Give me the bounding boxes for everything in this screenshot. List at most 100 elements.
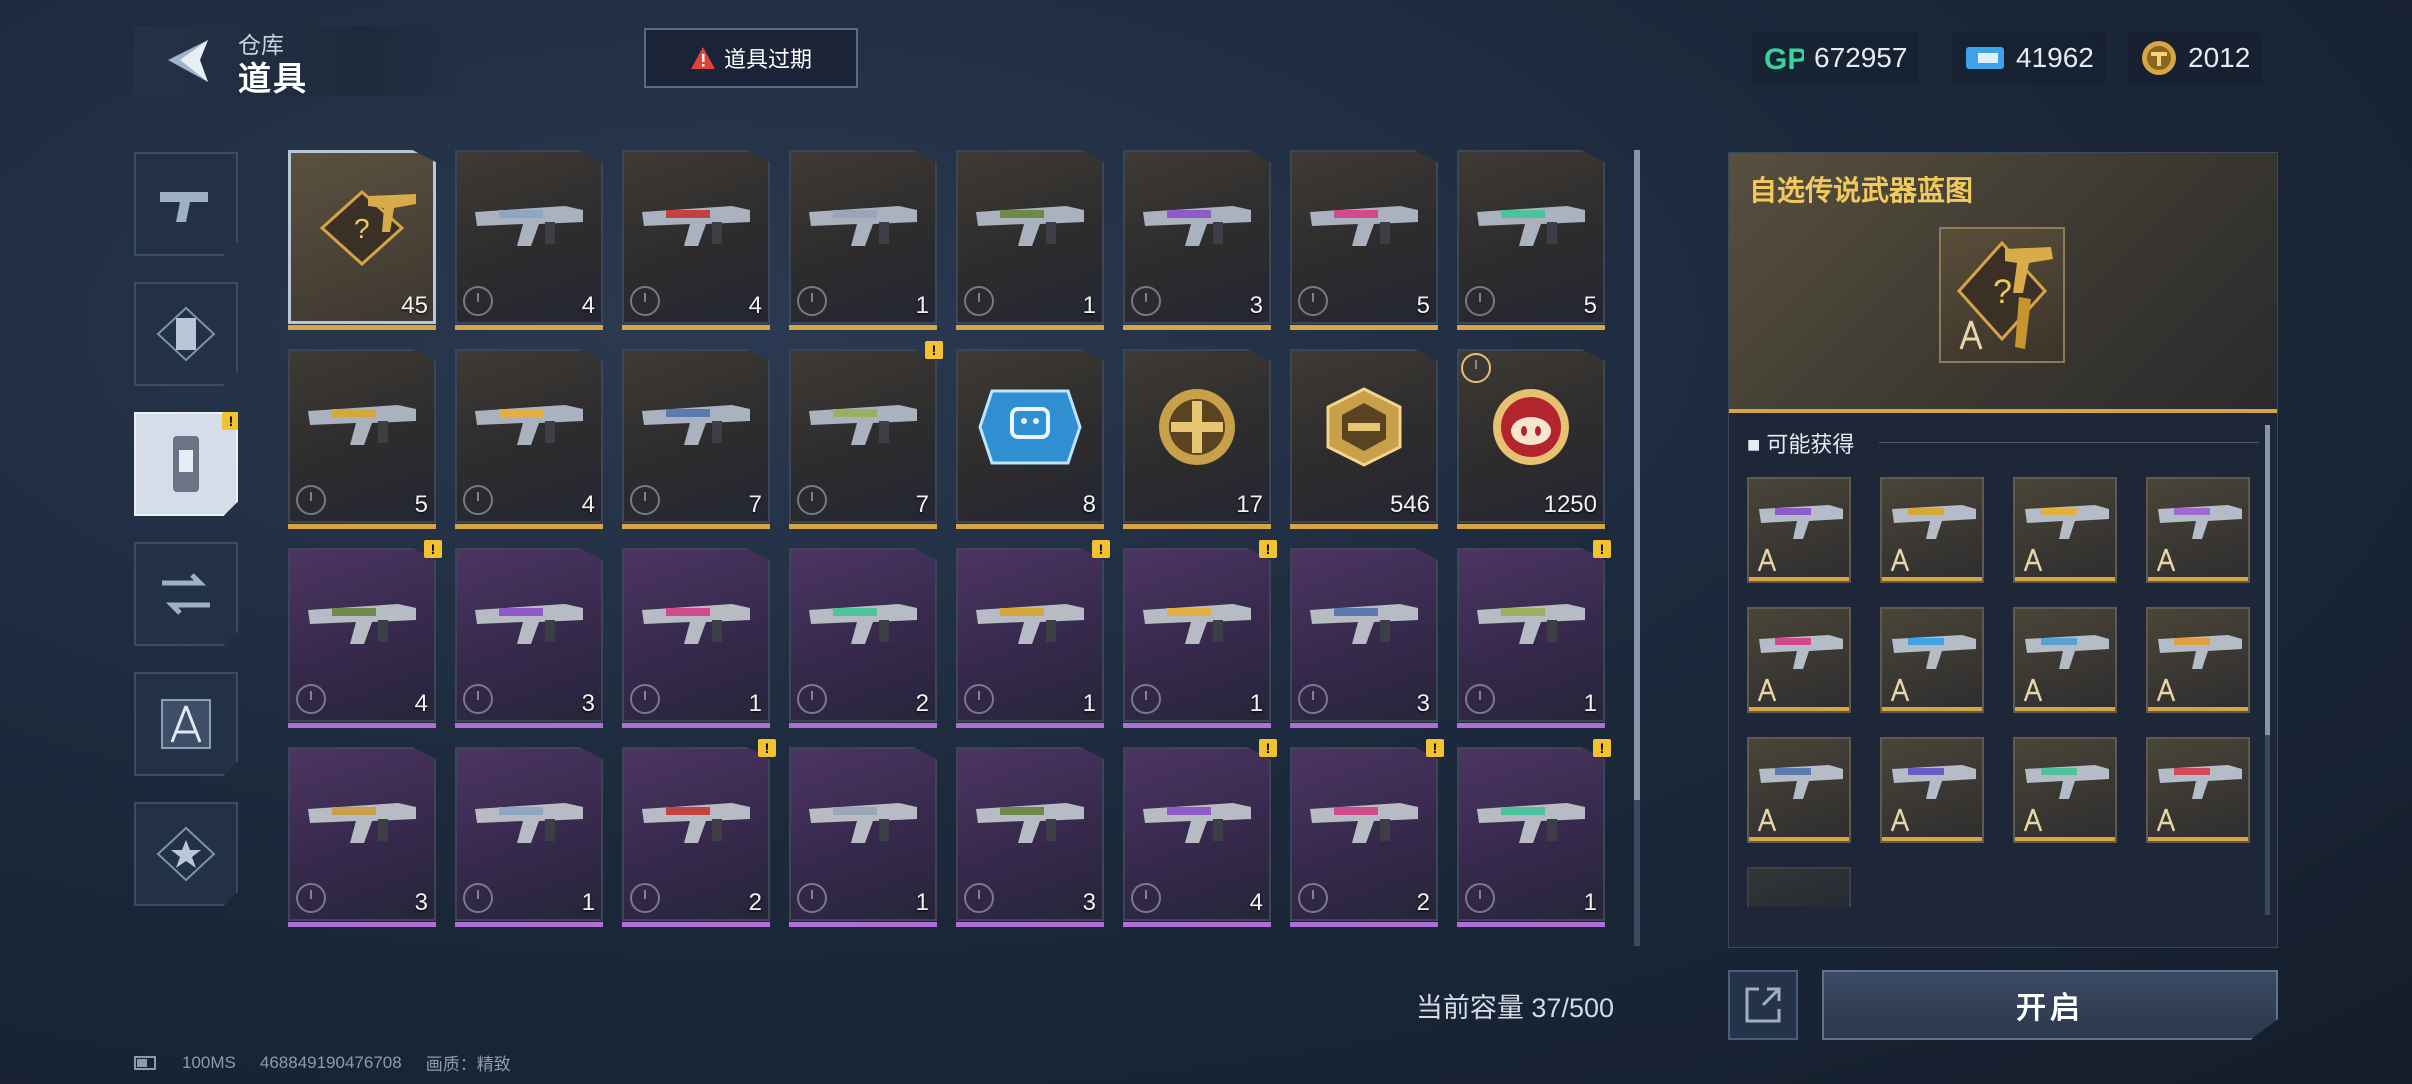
timer-icon <box>1461 353 1491 383</box>
inventory-slot[interactable]: 1250 <box>1457 349 1605 529</box>
coin-value: 2012 <box>2188 42 2251 73</box>
svg-text:?: ? <box>354 213 370 244</box>
clock-icon <box>1131 684 1161 714</box>
back-button[interactable]: 仓库 道具 <box>134 26 464 97</box>
possible-reward-item[interactable] <box>2013 737 2117 843</box>
inventory-slot[interactable]: 546 <box>1290 349 1438 529</box>
inventory-slot[interactable]: 3 <box>956 747 1104 927</box>
item-count: 8 <box>1082 491 1096 518</box>
inventory-scroll-thumb[interactable] <box>1634 150 1640 800</box>
inventory-slot[interactable]: 5 <box>1290 150 1438 330</box>
inventory-slot[interactable]: 1 <box>622 548 770 728</box>
inventory-slot[interactable]: 3 <box>1290 548 1438 728</box>
weapon-icon <box>642 405 750 445</box>
possible-reward-item-partial[interactable] <box>1747 867 1851 907</box>
detail-scroll-thumb[interactable] <box>2265 425 2270 735</box>
inventory-slot[interactable]: 1 <box>956 150 1104 330</box>
clock-icon <box>797 883 827 913</box>
possible-reward-item[interactable] <box>2013 477 2117 583</box>
blueprint-item-icon: ? <box>319 189 416 267</box>
inventory-grid: ? 45 4 4 1 1 3 5 5 5 4 7 7! 8 17 546 1250 4! 3 1 2 1! 1! 3 1! 3 1 2… <box>288 150 1616 950</box>
new-alert-badge: ! <box>1593 540 1611 558</box>
inventory-slot[interactable]: 4! <box>1123 739 1277 927</box>
expire-items-button[interactable]: 道具过期 <box>644 28 858 88</box>
tab-items[interactable]: ! <box>134 412 238 516</box>
possible-reward-item[interactable] <box>2146 477 2250 583</box>
clock-icon <box>630 485 660 515</box>
inventory-slot[interactable]: 7 <box>622 349 770 529</box>
inventory-slot[interactable]: 3 <box>455 548 603 728</box>
inventory-slot[interactable]: 1 <box>455 747 603 927</box>
inventory-slot[interactable]: 5 <box>1457 150 1605 330</box>
possible-reward-item[interactable] <box>1747 477 1851 583</box>
inventory-slot[interactable]: 3 <box>288 747 436 927</box>
new-alert-badge: ! <box>1259 739 1277 757</box>
inventory-slot[interactable]: 5 <box>288 349 436 529</box>
clock-icon <box>1298 684 1328 714</box>
rarity-bar <box>1749 707 1849 711</box>
currency-coin: 2012 <box>2128 32 2263 84</box>
inventory-slot[interactable]: 4 <box>455 150 603 330</box>
clock-icon <box>1465 883 1495 913</box>
inventory-slot[interactable]: 4 <box>622 150 770 330</box>
weapon-blueprint-icon <box>1890 635 1976 702</box>
rarity-bar <box>2148 577 2248 581</box>
item-count: 3 <box>581 690 595 717</box>
weapon-icon <box>308 803 416 843</box>
inventory-slot[interactable]: 2 <box>789 548 937 728</box>
open-button[interactable]: 开启 <box>1822 970 2278 1040</box>
inventory-slot[interactable]: 4! <box>288 540 442 728</box>
section-divider <box>1879 442 2259 443</box>
inventory-slot[interactable]: 8 <box>956 349 1104 529</box>
possible-reward-item[interactable] <box>1880 607 1984 713</box>
possible-reward-item[interactable] <box>1880 737 1984 843</box>
tab-badges[interactable] <box>134 802 238 906</box>
weapon-blueprint-icon <box>1757 505 1843 572</box>
tab-weapons[interactable] <box>134 152 238 256</box>
tab-blueprints[interactable] <box>134 672 238 776</box>
possible-reward-item[interactable] <box>1880 477 1984 583</box>
legendary-blueprint-icon: ? <box>1939 227 2065 363</box>
clock-icon <box>797 684 827 714</box>
tab-transfer[interactable] <box>134 542 238 646</box>
ticket-icon <box>1966 47 2004 69</box>
item-count: 5 <box>1583 292 1597 319</box>
item-count: 4 <box>748 292 762 319</box>
tab-items-alert-badge: ! <box>222 412 238 430</box>
possible-reward-item[interactable] <box>2146 737 2250 843</box>
clock-icon <box>463 684 493 714</box>
rarity-bar <box>288 325 436 330</box>
rarity-bar <box>455 524 603 529</box>
inventory-slot[interactable]: 1! <box>1123 540 1277 728</box>
coin-icon <box>2142 41 2176 75</box>
inventory-slot[interactable]: 1 <box>789 747 937 927</box>
inventory-slot[interactable]: 1! <box>1457 540 1611 728</box>
new-alert-badge: ! <box>1426 739 1444 757</box>
inventory-slot[interactable]: 17 <box>1123 349 1271 529</box>
weapon-blueprint-icon <box>2156 505 2242 572</box>
inventory-slot[interactable]: 1! <box>1457 739 1611 927</box>
possible-reward-item[interactable] <box>2013 607 2117 713</box>
weapon-blueprint-icon <box>1890 505 1976 572</box>
inventory-slot[interactable]: 1! <box>956 540 1110 728</box>
inventory-slot[interactable]: ? 45 <box>288 150 436 330</box>
inventory-slot[interactable]: 2! <box>1290 739 1444 927</box>
clock-icon <box>463 485 493 515</box>
possible-reward-item[interactable] <box>1747 607 1851 713</box>
possible-reward-item[interactable] <box>2146 607 2250 713</box>
rarity-bar <box>1457 723 1605 728</box>
inventory-slot[interactable]: 3 <box>1123 150 1271 330</box>
tab-scrolls[interactable] <box>134 282 238 386</box>
item-count: 1 <box>1249 690 1263 717</box>
inventory-slot[interactable]: 2! <box>622 739 776 927</box>
weapon-blueprint-icon <box>2023 635 2109 702</box>
inventory-slot[interactable]: 1 <box>789 150 937 330</box>
inventory-slot[interactable]: 4 <box>455 349 603 529</box>
possible-reward-item[interactable] <box>1747 737 1851 843</box>
inventory-slot[interactable]: 7! <box>789 341 943 529</box>
rarity-bar <box>1882 707 1982 711</box>
clock-icon <box>1131 883 1161 913</box>
share-button[interactable] <box>1728 970 1798 1040</box>
weapon-icon <box>642 206 750 246</box>
item-count: 3 <box>414 889 428 916</box>
